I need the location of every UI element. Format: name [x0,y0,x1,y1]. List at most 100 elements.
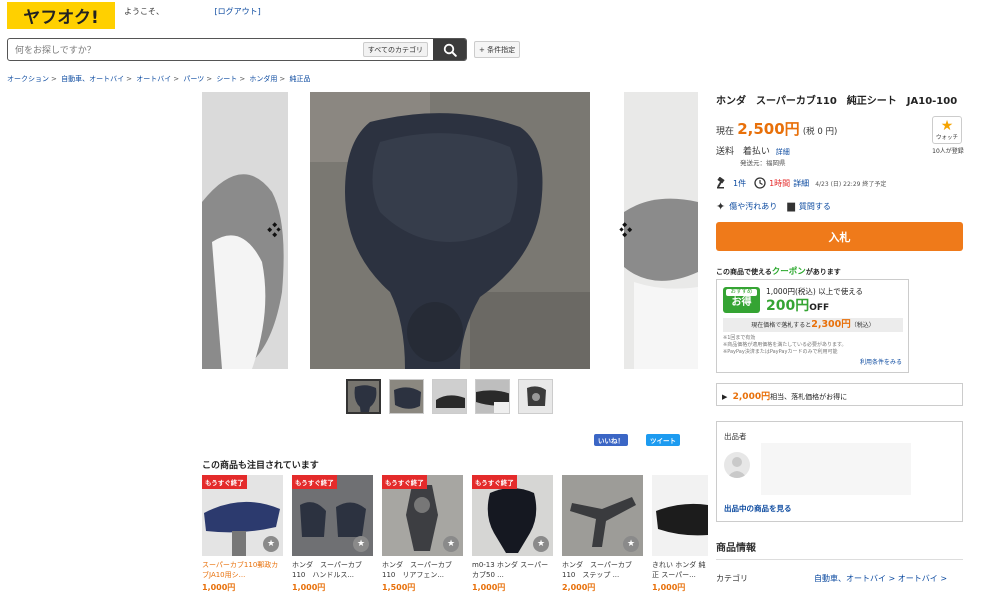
also-viewed-list: もうすぐ終了 ★ スーパーカブ110郵政カブJA10用シ... 1,000円 も… [202,475,708,593]
sparkle-icon: ✦ [716,200,726,213]
coupon-terms-link[interactable]: 利用条件をみる [860,357,902,366]
item-title[interactable]: ホンダ スーパーカブ110 ハンドルス... [292,560,373,580]
coupon-amount-row: 200円OFF [766,295,829,315]
logout-link[interactable]: [ログアウト] [215,7,261,16]
next-arrow-icon[interactable] [618,222,634,238]
watch-star-icon[interactable]: ★ [533,536,549,552]
breadcrumb-item[interactable]: シート [216,75,237,83]
ending-soon-badge: もうすぐ終了 [202,475,247,489]
tax-amount: (税 0 円) [802,127,838,137]
breadcrumb-item[interactable]: オートバイ [136,75,171,83]
breadcrumb-item[interactable]: ホンダ用 [249,75,277,83]
seller-name-redacted [761,443,911,495]
recommended-item[interactable]: もうすぐ終了 ★ m0-13 ホンダ スーパーカブ50 ... 1,000円 [472,475,553,593]
current-price-row: 現在 2,500円 (税 0 円) [716,118,837,139]
search-button[interactable] [433,39,466,60]
shipping-detail-link[interactable]: 詳細 [776,148,790,156]
watch-button[interactable]: ★ ウォッチ 10人が登録 [932,116,964,155]
image-gallery [202,92,698,369]
item-title[interactable]: スーパーカブ110郵政カブJA10用シ... [202,560,283,580]
item-title[interactable]: m0-13 ホンダ スーパーカブ50 ... [472,560,553,580]
recommended-item[interactable]: もうすぐ終了 ★ スーパーカブ110郵政カブJA10用シ... 1,000円 [202,475,283,593]
thumbnail[interactable] [346,379,381,414]
item-price: 1,000円 [472,583,506,592]
welcome-label: ようこそ、 [124,7,164,16]
item-title[interactable]: きれい ホンダ 純正 スーパー... [652,560,708,580]
current-price: 2,500円 [737,120,800,138]
coupon-off: OFF [809,303,830,313]
thumbnail[interactable] [518,379,553,414]
ask-question-link[interactable]: 質問する [799,201,831,212]
yahuoku-logo[interactable]: ヤフオク! [7,2,115,29]
thumbnail[interactable] [432,379,467,414]
coupon-price-bar: 現在価格で落札すると2,300円（税込） [723,318,903,332]
watch-star-icon[interactable]: ★ [353,536,369,552]
breadcrumb-item[interactable]: オークション [7,75,49,83]
also-viewed-title: この商品も注目されています [202,461,319,471]
shipping-label: 送料 [716,147,735,157]
item-price: 1,000円 [652,583,686,592]
search-icon [443,43,457,57]
coupon-note: ※商品価格が適用価格を満たしている必要があります。 [723,342,847,348]
category-row: カテゴリ 自動車、オートバイ > オートバイ > [716,573,963,584]
main-product-image[interactable] [310,92,590,369]
breadcrumb-item[interactable]: 自動車、オートバイ [61,75,124,83]
ending-soon-badge: もうすぐ終了 [292,475,337,489]
coupon-box[interactable]: おすすめ お得 1,000円(税込) 以上で使える 200円OFF 現在価格で落… [716,279,909,373]
watch-star-icon[interactable]: ★ [623,536,639,552]
coupon-bar-price: 2,300円 [811,319,851,330]
gavel-icon [717,177,725,189]
shipping-value: 着払い [742,147,770,157]
time-left: 1時間 [769,178,791,188]
item-title[interactable]: ホンダ スーパーカブ110 リアフェン... [382,560,463,580]
watch-star-icon[interactable]: ★ [443,536,459,552]
coupon-bar-pre: 現在価格で落札すると [751,322,812,329]
product-info-heading: 商品情報 [716,543,756,554]
recommended-item[interactable]: もうすぐ終了 ★ ホンダ スーパーカブ110 リアフェン... 1,500円 [382,475,463,593]
end-time: 4/23 (日) 22:29 終了予定 [815,180,887,188]
search-input[interactable]: 何をお探しですか？ [8,43,363,56]
coupon-heading-post: があります [805,268,841,276]
deal-price: 2,000円 [732,392,771,402]
watch-count: 10人が登録 [932,148,964,155]
ship-from: 発送元：福岡県 [740,159,786,167]
thumbnail[interactable] [389,379,424,414]
recommended-item[interactable]: きれい ホンダ 純正 スーパー... 1,000円 [652,475,708,593]
previous-arrow-icon[interactable] [266,222,282,238]
breadcrumb-item[interactable]: パーツ [183,75,204,83]
coupon-amount: 200円 [766,298,810,314]
coupon-tag-big: お得 [731,297,752,308]
welcome-text: ようこそ、 [ログアウト] [124,6,261,17]
condition-link[interactable]: 傷や汚れあり [729,201,777,212]
recommended-item[interactable]: ★ ホンダ スーパーカブ110 ステップ ... 2,000円 [562,475,643,593]
conditions-button[interactable]: + 条件指定 [474,41,521,58]
seller-label: 出品者 [724,432,747,441]
seller-items-link[interactable]: 出品中の商品を見る [724,503,792,514]
breadcrumb-item[interactable]: 純正品 [290,75,311,83]
time-detail-link[interactable]: 詳細 [793,178,809,189]
bid-button[interactable]: 入札 [716,222,963,251]
next-image-preview[interactable] [624,92,698,369]
category-value-link[interactable]: 自動車、オートバイ > オートバイ > [814,573,947,584]
coupon-bar-post: （税込） [850,322,875,329]
coupon-note: ※PayPay決済またはPayPayカードのみで利用可能 [723,349,838,355]
coupon-tag-small: おすすめ [726,289,757,296]
watch-star-icon[interactable]: ★ [263,536,279,552]
breadcrumb: オークション > 自動車、オートバイ > オートバイ > パーツ > シート > ホンダ用… [7,75,311,83]
bid-count-link[interactable]: 1件 [733,178,746,189]
coupon-heading-pre: この商品で使える [716,268,772,276]
item-price: 1,500円 [382,583,416,592]
facebook-like-button[interactable]: いいね！ [594,434,628,446]
tweet-button[interactable]: ツイート [646,434,680,446]
coupon-heading: この商品で使えるクーポンがあります [716,265,841,277]
item-title[interactable]: ホンダ スーパーカブ110 ステップ ... [562,560,643,580]
seller-avatar[interactable] [724,452,750,478]
ending-soon-badge: もうすぐ終了 [382,475,427,489]
deal-banner[interactable]: ▶ 2,000円相当、落札価格がお得に [716,383,963,406]
coupon-note: ※1回まで有効 [723,335,756,341]
recommended-item[interactable]: もうすぐ終了 ★ ホンダ スーパーカブ110 ハンドルス... 1,000円 [292,475,373,593]
thumbnail[interactable] [475,379,510,414]
product-title: ホンダ スーパーカブ110 純正シート JA10-100 [716,96,958,107]
category-select[interactable]: すべてのカテゴリ [362,42,428,57]
condition-row: ✦ 傷や汚れあり ▆ 質問する [716,200,831,213]
